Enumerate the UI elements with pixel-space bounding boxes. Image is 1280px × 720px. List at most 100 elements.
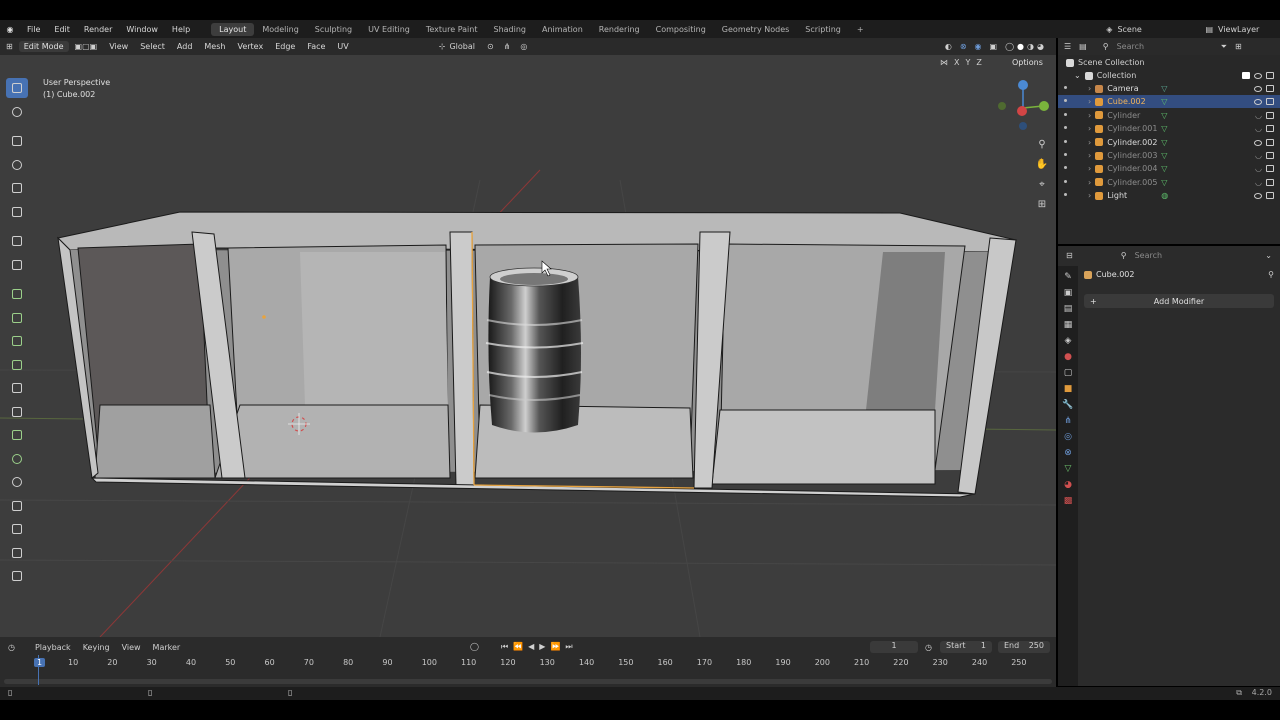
properties-editor-icon[interactable]: ⊟ [1066, 251, 1073, 260]
pivot-icon[interactable]: ⊙ [487, 42, 494, 51]
play-icon[interactable]: ▶ [539, 642, 545, 652]
knife-tool[interactable] [6, 402, 28, 422]
display-mode-icon[interactable]: ▤ [1079, 42, 1087, 51]
chevron-down-icon[interactable]: ⌄ [1265, 251, 1272, 260]
scene-name[interactable]: Scene [1117, 25, 1205, 34]
new-collection-icon[interactable]: ⊞ [1235, 42, 1242, 51]
shading-rendered-icon[interactable]: ◕ [1037, 42, 1044, 51]
gizmo-icon[interactable]: ⊗ [960, 42, 967, 51]
collection-tab-icon[interactable]: ▢ [1064, 368, 1073, 378]
particles-tab-icon[interactable]: ⋔ [1064, 416, 1072, 426]
tab-modeling[interactable]: Modeling [254, 23, 306, 36]
snap-icon[interactable]: ⋔ [504, 42, 511, 51]
render-camera-icon[interactable] [1266, 85, 1274, 92]
rip-region-tool[interactable] [6, 566, 28, 586]
outliner-editor-icon[interactable]: ☰ [1064, 42, 1071, 51]
tab-scripting[interactable]: Scripting [797, 23, 849, 36]
timeline-editor-icon[interactable]: ◷ [8, 643, 15, 652]
blender-logo-icon[interactable]: ◉ [0, 25, 20, 34]
constraints-tab-icon[interactable]: ⊗ [1064, 448, 1072, 458]
scale-tool[interactable] [6, 178, 28, 198]
render-camera-icon[interactable] [1266, 72, 1274, 79]
render-camera-icon[interactable] [1266, 192, 1274, 200]
outliner-item[interactable]: › Cylinder ▽ ◡ [1058, 109, 1280, 122]
menu-help[interactable]: Help [165, 25, 197, 34]
view-layer-name[interactable]: ViewLayer [1218, 25, 1280, 34]
chevron-right-icon[interactable]: › [1088, 111, 1091, 120]
material-tab-icon[interactable]: ◕ [1064, 480, 1072, 490]
3d-viewport[interactable]: User Perspective (1) Cube.002 ⋈ X Y Z Op… [0, 55, 1056, 637]
scene-collection-row[interactable]: Scene Collection [1058, 56, 1280, 69]
physics-tab-icon[interactable]: ◎ [1064, 432, 1072, 442]
proportional-icon[interactable]: ◎ [520, 42, 527, 51]
mesh-data-icon[interactable]: ▽ [1161, 164, 1167, 173]
menu-add[interactable]: Add [171, 42, 199, 51]
chevron-right-icon[interactable]: › [1088, 97, 1091, 106]
outliner-item[interactable]: › Cube.002 ▽ [1058, 95, 1280, 109]
render-camera-icon[interactable] [1266, 152, 1274, 159]
outliner-item[interactable]: › Cylinder.003 ▽ ◡ [1058, 149, 1280, 162]
menu-edge[interactable]: Edge [269, 42, 301, 51]
light-data-icon[interactable]: ◍ [1161, 191, 1168, 200]
menu-mesh[interactable]: Mesh [198, 42, 231, 51]
eye-closed-icon[interactable]: ◡ [1255, 111, 1262, 120]
menu-render[interactable]: Render [77, 25, 119, 34]
move-tool[interactable] [6, 131, 28, 151]
modifier-tab-icon[interactable]: 🔧 [1062, 400, 1073, 410]
output-tab-icon[interactable]: ▤ [1064, 304, 1073, 314]
mesh-data-icon[interactable]: ▽ [1161, 178, 1167, 187]
shading-material-icon[interactable]: ◑ [1027, 42, 1034, 51]
tab-uv-editing[interactable]: UV Editing [360, 23, 418, 36]
render-camera-icon[interactable] [1266, 98, 1274, 106]
mesh-data-icon[interactable]: ▽ [1161, 151, 1167, 160]
visibility-icon[interactable]: ◐ [945, 42, 952, 51]
chevron-right-icon[interactable]: › [1088, 151, 1091, 160]
timeline-scrollbar[interactable] [4, 679, 1052, 684]
tab-texture-paint[interactable]: Texture Paint [418, 23, 486, 36]
texture-tab-icon[interactable]: ▩ [1064, 496, 1073, 506]
editor-type-icon[interactable]: ⊞ [0, 42, 19, 51]
shear-tool[interactable] [6, 543, 28, 563]
record-icon[interactable]: ◯ [470, 642, 479, 652]
next-keyframe-icon[interactable]: ⏩ [550, 642, 560, 652]
world-tab-icon[interactable]: ● [1064, 352, 1072, 362]
render-tab-icon[interactable]: ▣ [1064, 288, 1073, 298]
menu-timeline-view[interactable]: View [116, 643, 147, 652]
chevron-right-icon[interactable]: › [1088, 164, 1091, 173]
filter-icon[interactable]: ⏷ [1221, 42, 1227, 52]
properties-search-input[interactable]: Search [1135, 251, 1162, 260]
extrude-tool[interactable] [6, 308, 28, 328]
menu-playback[interactable]: Playback [29, 643, 77, 652]
eye-icon[interactable] [1254, 86, 1262, 92]
select-mode-icons[interactable]: ▣▢▣ [75, 42, 98, 51]
view-layer-tab-icon[interactable]: ▦ [1064, 320, 1073, 330]
chevron-right-icon[interactable]: › [1088, 138, 1091, 147]
tab-geometry-nodes[interactable]: Geometry Nodes [714, 23, 797, 36]
mesh-data-icon[interactable]: ▽ [1161, 138, 1167, 147]
menu-window[interactable]: Window [119, 25, 165, 34]
menu-view[interactable]: View [103, 42, 134, 51]
jump-start-icon[interactable]: ⏮ [501, 642, 508, 652]
outliner-item[interactable]: › Cylinder.004 ▽ ◡ [1058, 162, 1280, 175]
tab-shading[interactable]: Shading [485, 23, 534, 36]
tab-animation[interactable]: Animation [534, 23, 591, 36]
eye-icon[interactable] [1254, 73, 1262, 79]
orientation-dropdown[interactable]: Global [449, 42, 475, 51]
current-frame-field[interactable]: 1 [870, 641, 918, 653]
menu-face[interactable]: Face [301, 42, 331, 51]
menu-uv[interactable]: UV [331, 42, 354, 51]
render-camera-icon[interactable] [1266, 178, 1274, 186]
scene-canvas[interactable] [0, 55, 1056, 637]
data-tab-icon[interactable]: ▽ [1065, 464, 1072, 474]
shading-solid-icon[interactable]: ● [1017, 42, 1024, 51]
eye-icon[interactable] [1254, 193, 1262, 200]
eye-icon[interactable] [1254, 99, 1262, 106]
chevron-right-icon[interactable]: › [1088, 124, 1091, 133]
zoom-icon[interactable]: ⚲ [1034, 135, 1050, 155]
start-frame-field[interactable]: Start 1 [940, 641, 992, 653]
loop-cut-tool[interactable] [6, 378, 28, 398]
bevel-tool[interactable] [6, 355, 28, 375]
poly-build-tool[interactable] [6, 425, 28, 445]
eye-closed-icon[interactable]: ◡ [1255, 164, 1262, 173]
render-camera-icon[interactable] [1266, 165, 1274, 173]
